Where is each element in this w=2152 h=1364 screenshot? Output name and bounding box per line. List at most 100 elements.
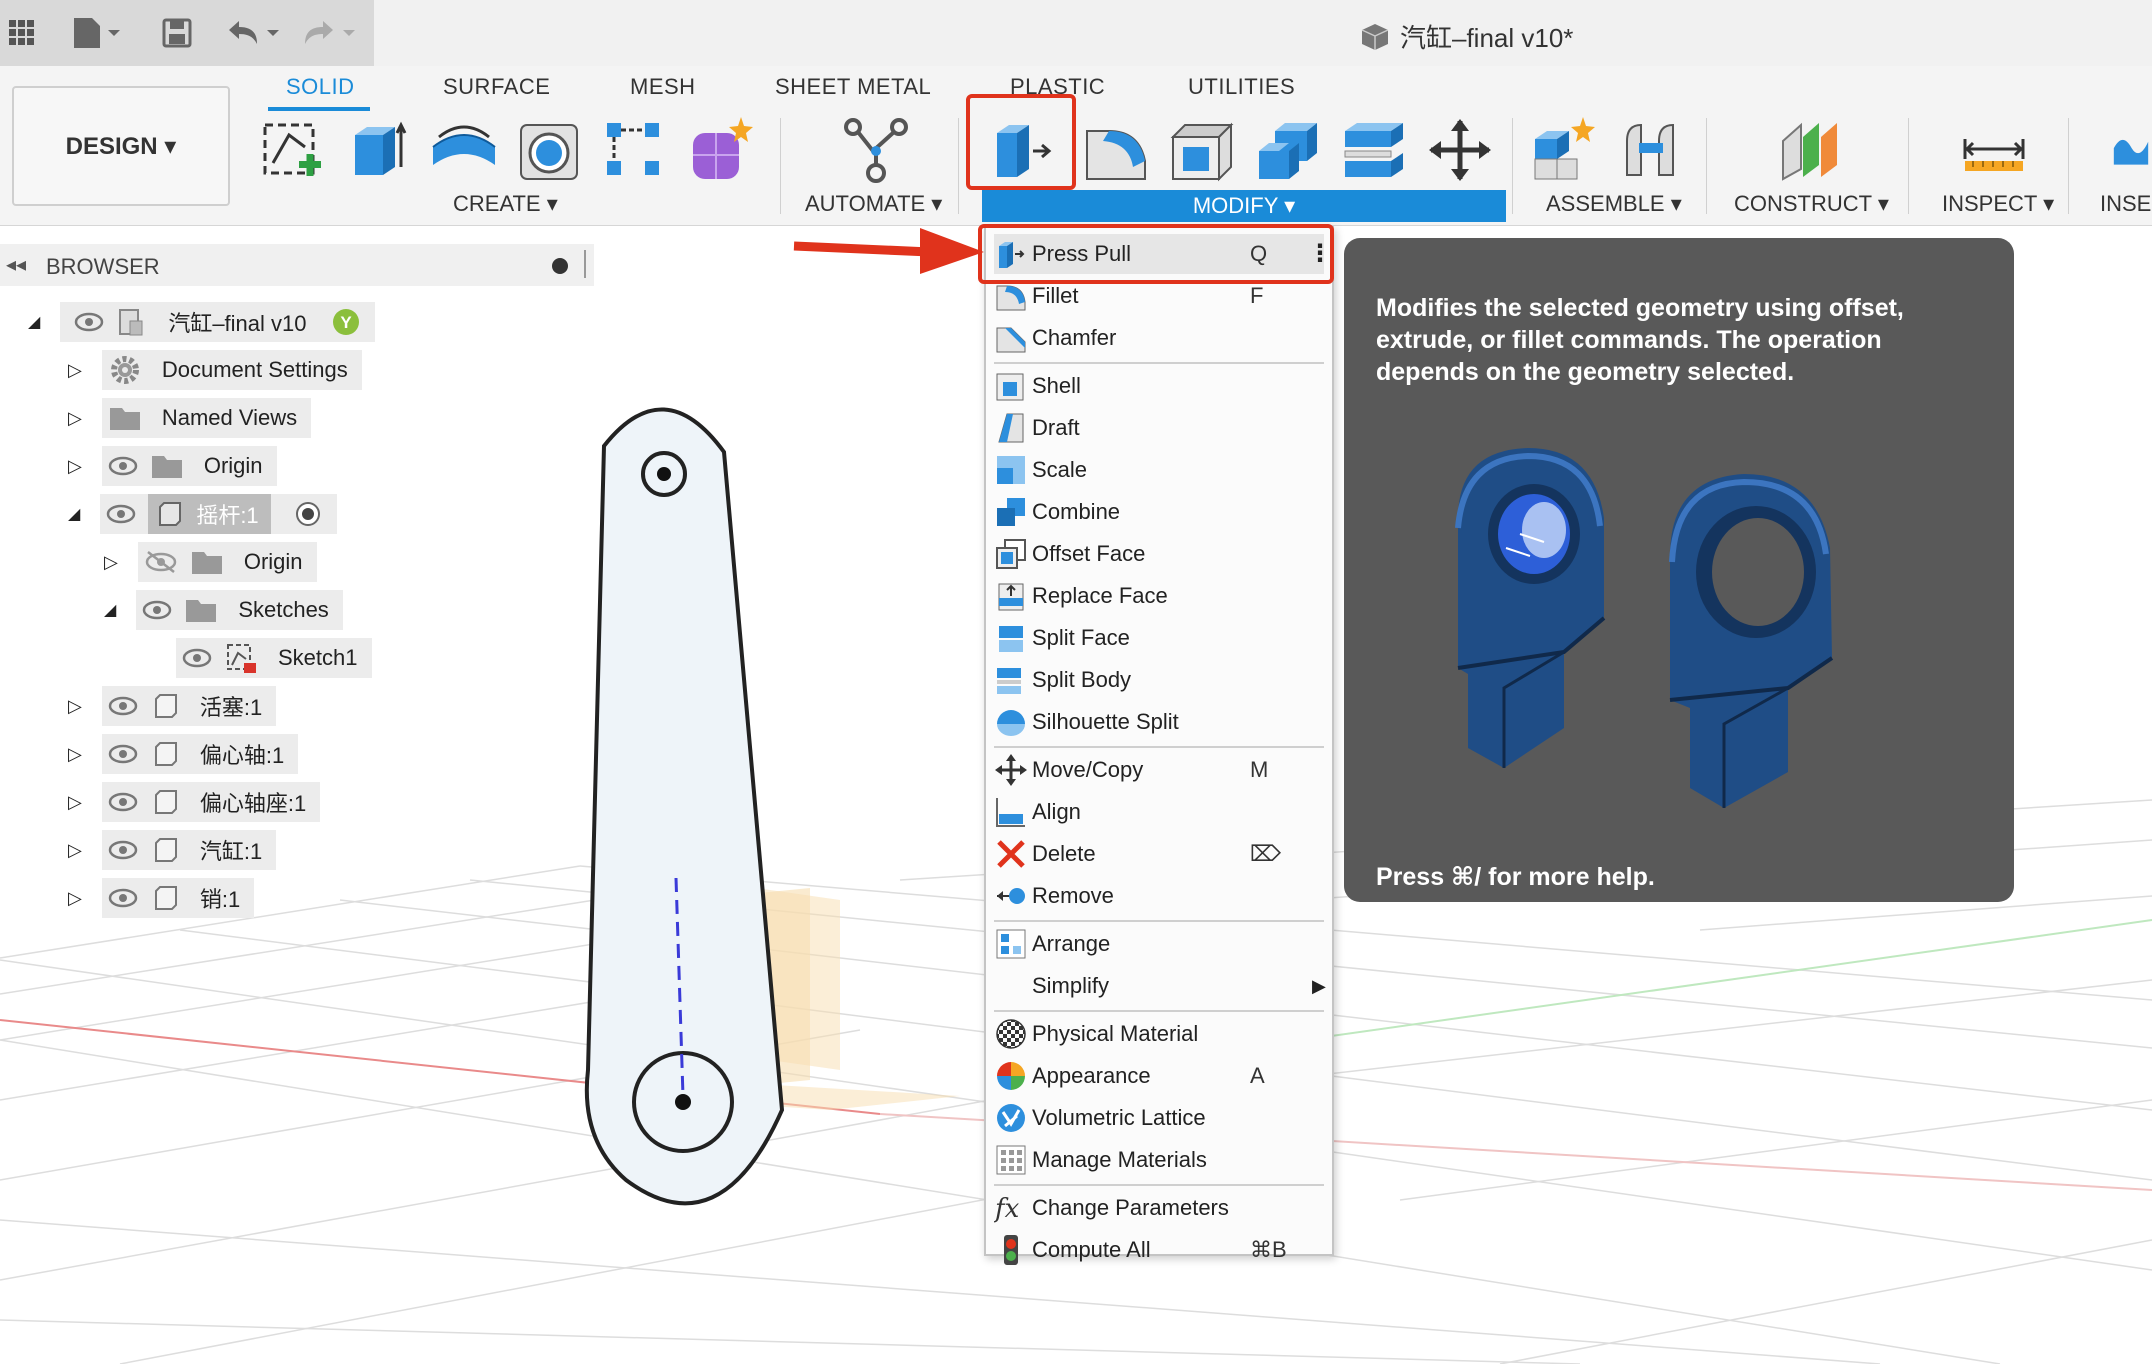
menu-item-silhouette-split[interactable]: Silhouette Split — [994, 702, 1324, 742]
tree-row-root[interactable]: ◢ 汽缸–final v10 Y — [28, 301, 375, 343]
revolve-tool[interactable] — [428, 114, 500, 186]
tree-row-sketches[interactable]: ◢ Sketches — [104, 589, 343, 631]
app-grid-icon[interactable] — [4, 16, 40, 50]
tree-row-document-settings[interactable]: ▷ Document Settings — [68, 349, 362, 391]
visibility-eye-icon[interactable] — [106, 503, 136, 525]
file-menu-icon[interactable] — [70, 16, 126, 50]
folder-icon — [109, 408, 140, 430]
visibility-eye-icon[interactable] — [108, 743, 138, 765]
menu-item-physical-material[interactable]: Physical Material — [994, 1014, 1324, 1054]
expanded-triangle-icon[interactable]: ◢ — [68, 504, 80, 524]
combine-tool[interactable] — [1252, 114, 1324, 186]
tree-row-piston[interactable]: ▷ 活塞:1 — [68, 685, 277, 727]
construct-group-label[interactable]: CONSTRUCT ▾ — [1734, 191, 1889, 217]
visibility-eye-icon[interactable] — [142, 599, 172, 621]
undo-icon[interactable] — [224, 16, 284, 50]
hole-tool[interactable] — [514, 114, 586, 186]
offset-plane-tool[interactable] — [1774, 114, 1846, 186]
modify-group-label[interactable]: MODIFY ▾ — [982, 190, 1506, 222]
menu-item-align[interactable]: Align — [994, 792, 1324, 832]
collapsed-triangle-icon[interactable]: ▷ — [68, 456, 82, 477]
create-sketch-tool[interactable] — [256, 114, 328, 186]
visibility-eye-icon[interactable] — [108, 791, 138, 813]
collapsed-triangle-icon[interactable]: ▷ — [68, 360, 82, 381]
move-copy-tool[interactable] — [1424, 114, 1496, 186]
tree-row-eccentric-shaft[interactable]: ▷ 偏心轴:1 — [68, 733, 299, 775]
visibility-eye-icon[interactable] — [182, 647, 212, 669]
menu-item-move-copy[interactable]: Move/Copy M — [994, 750, 1324, 790]
create-form-tool[interactable] — [684, 114, 756, 186]
tree-row-rocker[interactable]: ◢ 摇杆:1 — [68, 493, 337, 535]
tree-row-named-views[interactable]: ▷ Named Views — [68, 397, 312, 439]
automate-group-label[interactable]: AUTOMATE ▾ — [805, 191, 942, 217]
insert-tool[interactable] — [2110, 114, 2152, 186]
collapsed-triangle-icon[interactable]: ▷ — [104, 552, 118, 573]
tree-row-eccentric-shaft-seat[interactable]: ▷ 偏心轴座:1 — [68, 781, 321, 823]
menu-item-split-face[interactable]: Split Face — [994, 618, 1324, 658]
tree-row-sketch1[interactable]: Sketch1 — [176, 637, 372, 679]
rectangular-pattern-tool[interactable] — [598, 114, 670, 186]
rocker-sketch-profile[interactable] — [584, 407, 785, 1206]
collapsed-triangle-icon[interactable]: ▷ — [68, 888, 82, 909]
collapsed-triangle-icon[interactable]: ▷ — [68, 696, 82, 717]
menu-item-volumetric-lattice[interactable]: Volumetric Lattice — [994, 1098, 1324, 1138]
menu-item-shell[interactable]: Shell — [994, 366, 1324, 406]
menu-item-draft[interactable]: Draft — [994, 408, 1324, 448]
tree-row-pin[interactable]: ▷ 销:1 — [68, 877, 255, 919]
panel-resize-handle[interactable] — [584, 250, 586, 278]
tree-row-rocker-origin[interactable]: ▷ Origin — [104, 541, 317, 583]
tab-surface[interactable]: SURFACE — [443, 74, 550, 100]
tree-row-origin[interactable]: ▷ Origin — [68, 445, 277, 487]
menu-item-manage-materials[interactable]: Manage Materials — [994, 1140, 1324, 1180]
collapsed-triangle-icon[interactable]: ▷ — [68, 744, 82, 765]
fillet-tool[interactable] — [1080, 114, 1152, 186]
assemble-group-label[interactable]: ASSEMBLE ▾ — [1546, 191, 1682, 217]
save-icon[interactable] — [160, 16, 194, 50]
shell-tool[interactable] — [1166, 114, 1238, 186]
menu-item-remove[interactable]: Remove — [994, 876, 1324, 916]
menu-item-appearance[interactable]: Appearance A — [994, 1056, 1324, 1096]
visibility-eye-icon[interactable] — [108, 839, 138, 861]
tab-sheet-metal[interactable]: SHEET METAL — [775, 74, 931, 100]
expanded-triangle-icon[interactable]: ◢ — [28, 312, 40, 332]
workspace-switcher-button[interactable]: DESIGN ▾ — [12, 86, 230, 206]
automate-tool[interactable] — [840, 114, 912, 186]
new-component-tool[interactable] — [1528, 114, 1600, 186]
menu-item-delete[interactable]: Delete ⌦ — [994, 834, 1324, 874]
collapsed-triangle-icon[interactable]: ▷ — [68, 792, 82, 813]
pin-panel-icon[interactable] — [552, 258, 568, 274]
tab-utilities[interactable]: UTILITIES — [1188, 74, 1295, 100]
insert-group-label[interactable]: INSE — [2100, 191, 2151, 217]
document-title: 汽缸–final v10* — [1360, 18, 1573, 55]
collapsed-triangle-icon[interactable]: ▷ — [68, 840, 82, 861]
extrude-tool[interactable] — [342, 114, 414, 186]
tab-solid[interactable]: SOLID — [286, 74, 355, 100]
menu-item-combine[interactable]: Combine — [994, 492, 1324, 532]
inspect-group-label[interactable]: INSPECT ▾ — [1942, 191, 2054, 217]
visibility-eye-icon[interactable] — [74, 311, 104, 333]
visibility-eye-icon[interactable] — [108, 695, 138, 717]
collapse-panel-icon[interactable]: ◂◂ — [6, 252, 26, 277]
menu-item-arrange[interactable]: Arrange — [994, 924, 1324, 964]
split-body-tool[interactable] — [1338, 114, 1410, 186]
redo-icon[interactable] — [302, 16, 362, 50]
menu-item-replace-face[interactable]: Replace Face — [994, 576, 1324, 616]
create-group-label[interactable]: CREATE ▾ — [453, 191, 558, 217]
menu-item-offset-face[interactable]: Offset Face — [994, 534, 1324, 574]
visibility-eye-icon[interactable] — [108, 887, 138, 909]
tree-row-cylinder[interactable]: ▷ 汽缸:1 — [68, 829, 277, 871]
hidden-eye-icon[interactable] — [144, 550, 178, 574]
tab-mesh[interactable]: MESH — [630, 74, 696, 100]
expanded-triangle-icon[interactable]: ◢ — [104, 600, 116, 620]
joint-tool[interactable] — [1616, 114, 1688, 186]
menu-item-change-parameters[interactable]: fx Change Parameters — [994, 1188, 1324, 1228]
visibility-eye-icon[interactable] — [108, 455, 138, 477]
menu-item-simplify[interactable]: Simplify ▶ — [994, 966, 1326, 1006]
measure-tool[interactable] — [1958, 114, 2030, 186]
collapsed-triangle-icon[interactable]: ▷ — [68, 408, 82, 429]
menu-item-split-body[interactable]: Split Body — [994, 660, 1324, 700]
menu-item-compute-all[interactable]: Compute All ⌘B — [994, 1230, 1324, 1270]
menu-item-chamfer[interactable]: Chamfer — [994, 318, 1324, 358]
menu-item-scale[interactable]: Scale — [994, 450, 1324, 490]
activate-component-radio-icon[interactable] — [293, 499, 323, 529]
